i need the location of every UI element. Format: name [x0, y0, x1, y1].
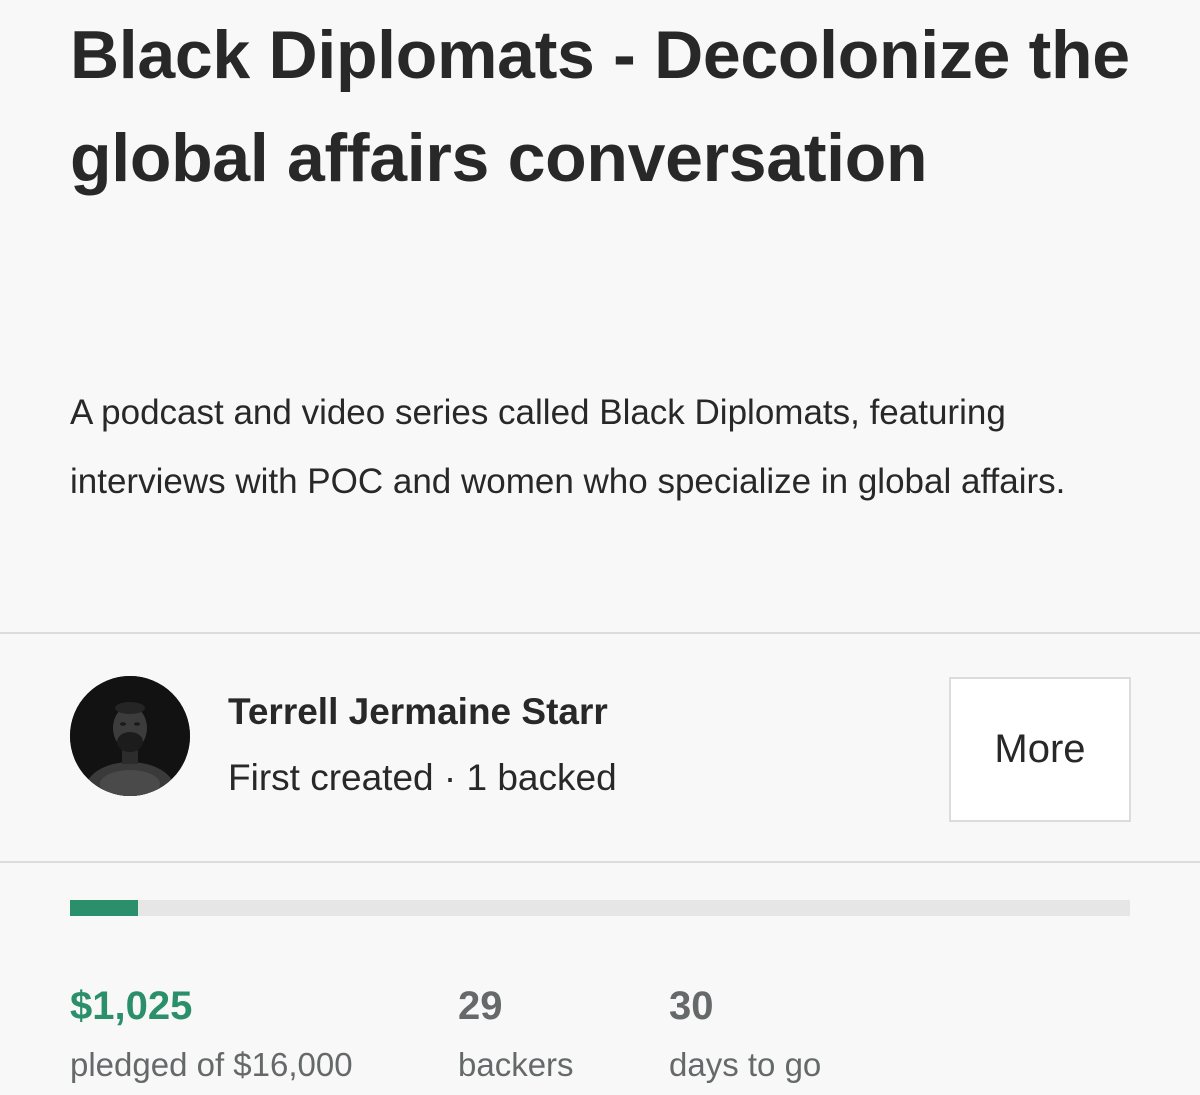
backers-count: 29	[458, 984, 503, 1028]
creator-meta: First created · 1 backed	[228, 757, 617, 798]
funding-progress-bar	[70, 900, 1130, 916]
more-button[interactable]: More	[949, 677, 1131, 822]
funding-progress-fill	[70, 900, 138, 916]
project-title: Black Diplomats - Decolonize the global …	[70, 17, 1130, 196]
divider	[0, 861, 1200, 863]
pledged-amount: $1,025	[70, 984, 193, 1028]
avatar[interactable]	[70, 676, 190, 796]
days-to-go-label: days to go	[669, 1046, 822, 1083]
project-blurb: A podcast and video series called Black …	[70, 393, 1066, 501]
creator-name[interactable]: Terrell Jermaine Starr	[228, 688, 608, 736]
pledged-label: pledged of $16,000	[70, 1046, 353, 1083]
days-to-go-count: 30	[669, 984, 714, 1028]
creator-photo	[70, 676, 190, 796]
backers-label: backers	[458, 1046, 574, 1083]
divider	[0, 632, 1200, 634]
